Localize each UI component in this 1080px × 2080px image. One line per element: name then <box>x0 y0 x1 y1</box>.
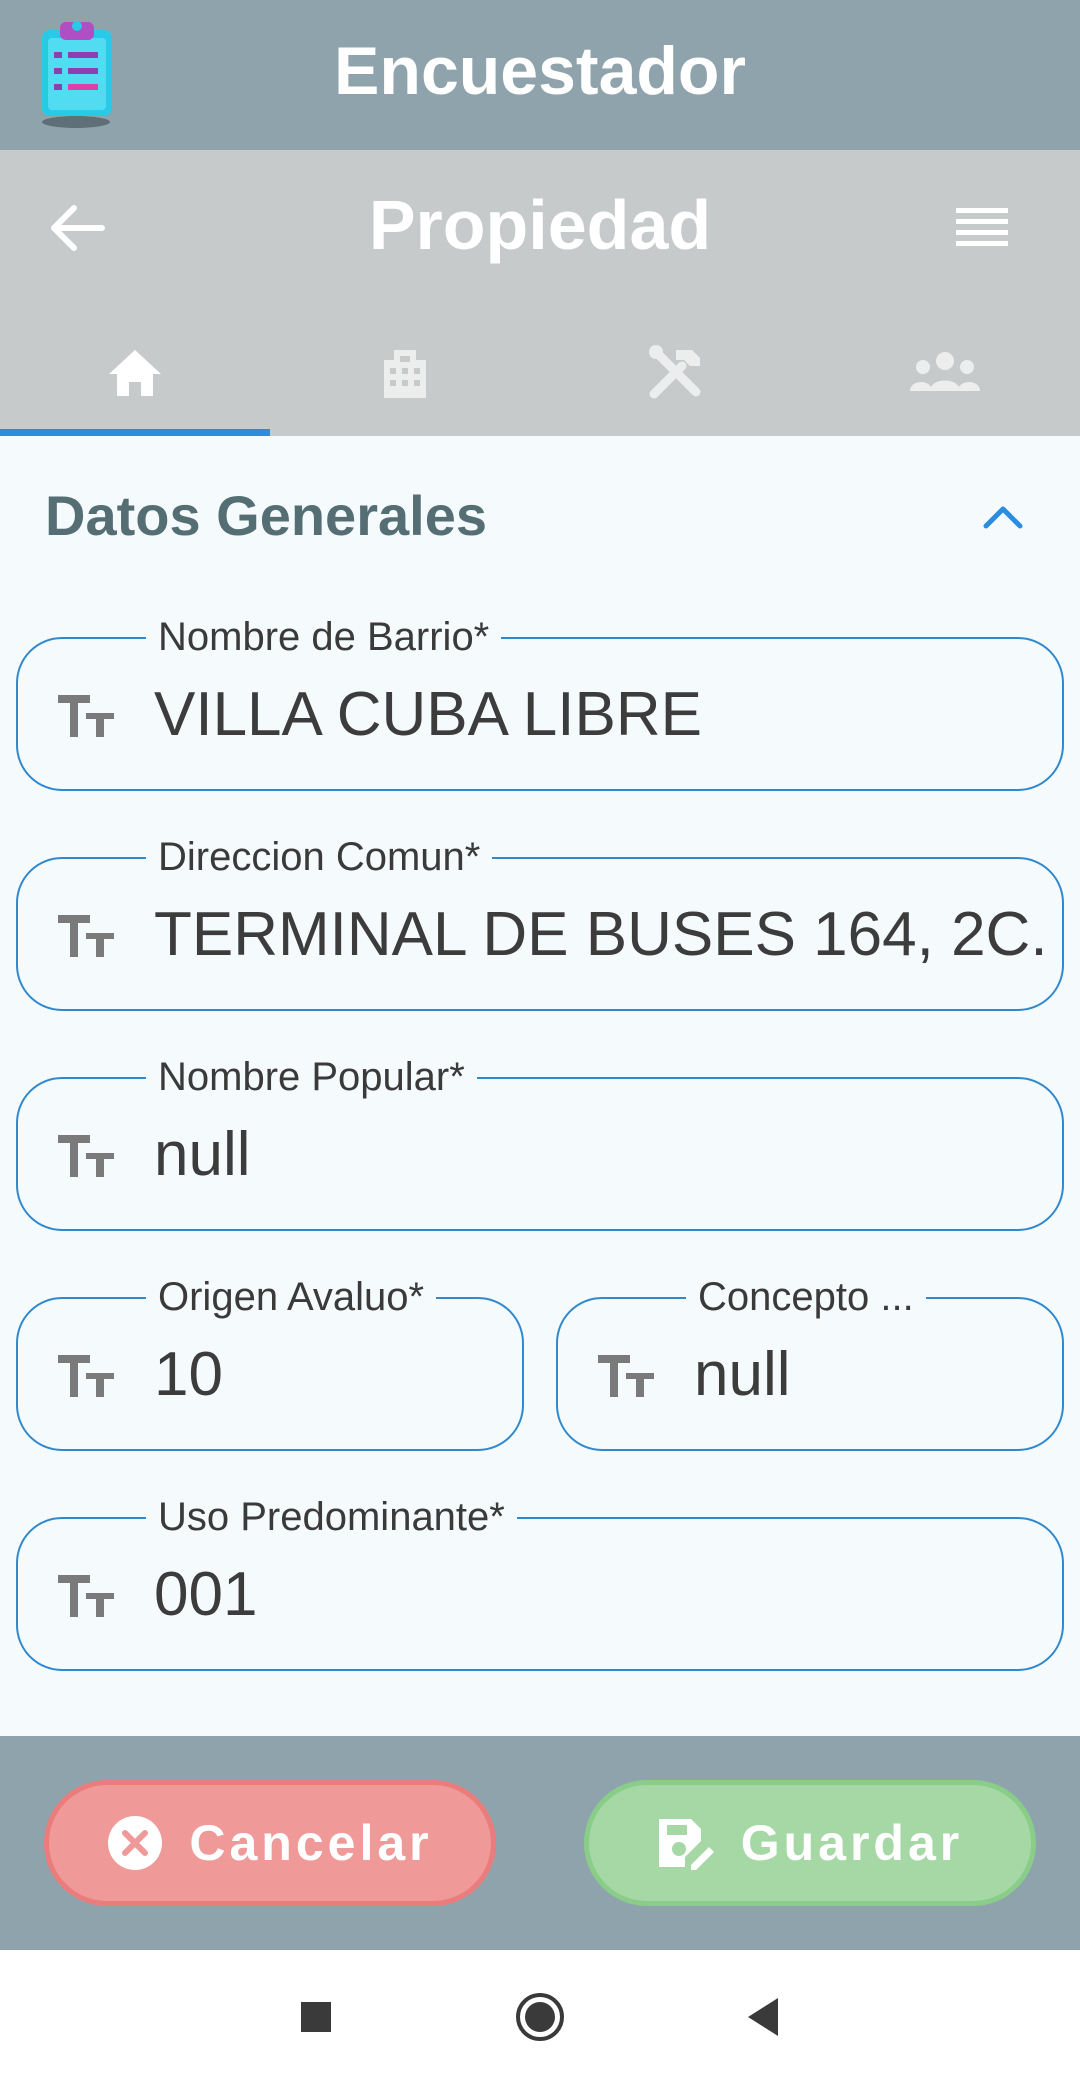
concepto-field[interactable]: Concepto ... null <box>556 1275 1064 1451</box>
origen-field[interactable]: Origen Avaluo* 10 <box>16 1275 524 1451</box>
section-title: Datos Generales <box>45 484 487 547</box>
save-button[interactable]: Guardar <box>584 1780 1036 1906</box>
close-circle-icon <box>108 1816 163 1870</box>
barrio-value: VILLA CUBA LIBRE <box>154 680 702 749</box>
chevron-up-icon[interactable] <box>980 500 1026 534</box>
tab-tools[interactable] <box>540 310 810 436</box>
building-icon <box>384 350 426 398</box>
save-edit-icon <box>658 1819 714 1870</box>
uso-value: 001 <box>154 1560 258 1629</box>
cancel-label: Cancelar <box>189 1815 433 1871</box>
popular-value: null <box>154 1120 251 1189</box>
barrio-field[interactable]: Nombre de Barrio* VILLA CUBA LIBRE <box>16 615 1064 791</box>
active-tab-indicator <box>0 429 270 436</box>
tab-building[interactable] <box>270 310 540 436</box>
cancel-button[interactable]: Cancelar <box>44 1780 496 1906</box>
popular-label: Nombre Popular* <box>146 1055 477 1099</box>
back-triangle-icon[interactable] <box>734 1990 794 2044</box>
popular-field[interactable]: Nombre Popular* null <box>16 1055 1064 1231</box>
uso-field[interactable]: Uso Predominante* 001 <box>16 1495 1064 1671</box>
home-circle-icon[interactable] <box>510 1990 570 2044</box>
text-size-icon <box>598 1355 654 1397</box>
recents-square-icon[interactable] <box>286 1990 346 2044</box>
people-icon <box>910 352 980 391</box>
home-icon <box>109 350 161 396</box>
save-label: Guardar <box>740 1815 964 1871</box>
origen-label: Origen Avaluo* <box>146 1275 437 1319</box>
direccion-label: Direccion Comun* <box>146 835 493 879</box>
page-title: Propiedad <box>368 186 712 264</box>
uso-label: Uso Predominante* <box>146 1495 517 1539</box>
tab-people[interactable] <box>810 310 1080 436</box>
barrio-label: Nombre de Barrio* <box>146 615 502 659</box>
direccion-field[interactable]: Direccion Comun* TERMINAL DE BUSES 164, … <box>16 835 1064 1011</box>
text-size-icon <box>58 1575 114 1617</box>
menu-icon[interactable] <box>956 206 1008 250</box>
tools-icon <box>649 345 701 399</box>
direccion-value: TERMINAL DE BUSES 164, 2C. <box>154 900 1044 969</box>
text-size-icon <box>58 1355 114 1397</box>
origen-value: 10 <box>154 1340 223 1409</box>
concepto-value: null <box>694 1340 791 1409</box>
concepto-label: Concepto ... <box>686 1275 926 1319</box>
text-size-icon <box>58 695 114 737</box>
text-size-icon <box>58 1135 114 1177</box>
app-title: Encuestador <box>334 33 746 109</box>
text-size-icon <box>58 915 114 957</box>
tab-home[interactable] <box>0 310 270 436</box>
